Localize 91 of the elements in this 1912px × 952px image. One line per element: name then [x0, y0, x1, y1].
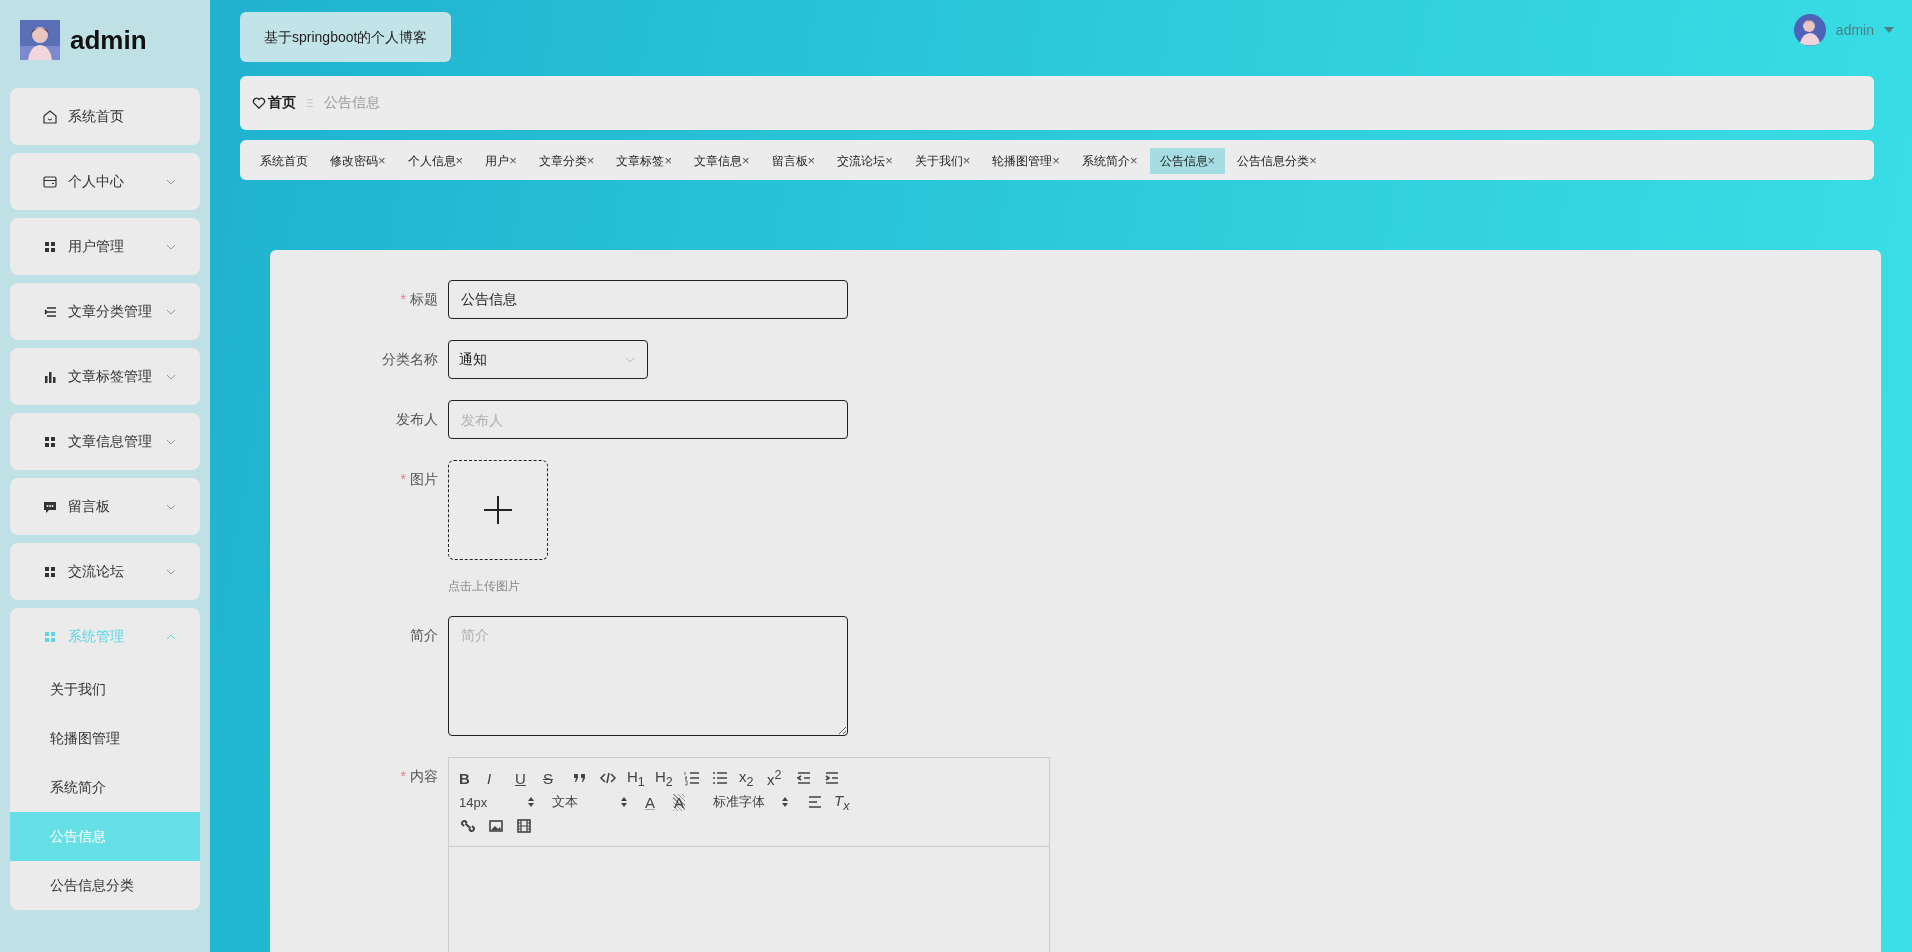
- format-button[interactable]: H$_{1}$: [627, 767, 655, 789]
- field-label: 图片: [410, 471, 438, 487]
- breadcrumb-current: 公告信息: [324, 94, 380, 112]
- format-button[interactable]: I: [487, 769, 515, 787]
- menu-item[interactable]: 用户管理: [10, 218, 200, 275]
- input-field[interactable]: 发布人: [448, 400, 848, 439]
- close-icon[interactable]: ×: [962, 153, 971, 168]
- plus-icon: [484, 496, 512, 524]
- field-label: 标题: [410, 291, 438, 307]
- format-button[interactable]: A: [673, 793, 685, 811]
- close-icon[interactable]: ×: [378, 153, 386, 168]
- tab[interactable]: 用户×: [475, 148, 527, 174]
- close-icon[interactable]: ×: [1129, 153, 1138, 168]
- caret-icon[interactable]: [1884, 27, 1894, 33]
- menu-item[interactable]: 个人中心: [10, 153, 200, 210]
- indent-icon[interactable]: [823, 769, 841, 787]
- video-icon[interactable]: [515, 817, 533, 835]
- toolbar-select[interactable]: 14px: [459, 794, 534, 810]
- tab[interactable]: 轮播图管理×: [982, 148, 1070, 174]
- rich-text-editor[interactable]: B I U S H$_{1}$ H$_{2}$ x$_{2}$ x$^{2}$ 14px 文本 A A 标准字体 T$_{x}$: [448, 757, 1050, 952]
- tab[interactable]: 系统简介×: [1071, 148, 1148, 174]
- heart-icon: [252, 96, 266, 110]
- format-button[interactable]: B: [459, 769, 487, 787]
- required-mark: *: [400, 768, 406, 784]
- tab[interactable]: 交流论坛×: [827, 148, 903, 174]
- upload-hint: 点击上传图片: [448, 578, 521, 595]
- sort-arrows-icon: [528, 797, 534, 807]
- select-field[interactable]: 通知: [448, 340, 648, 379]
- format-button[interactable]: A: [645, 793, 673, 811]
- align-icon[interactable]: [806, 793, 824, 811]
- tab[interactable]: 个人信息×: [397, 148, 474, 174]
- close-icon[interactable]: ×: [586, 153, 595, 168]
- close-icon[interactable]: ×: [509, 153, 517, 168]
- submenu-item[interactable]: 系统简介: [10, 763, 200, 812]
- field-label: 内容: [410, 768, 438, 784]
- bullet-icon[interactable]: [711, 769, 729, 787]
- toolbar-select[interactable]: 标准字体: [713, 793, 788, 811]
- menu-item[interactable]: 留言板: [10, 478, 200, 535]
- submenu-item[interactable]: 关于我们: [10, 665, 200, 714]
- brand-name: admin: [70, 24, 147, 56]
- tab[interactable]: 公告信息×: [1149, 148, 1226, 174]
- menu-item[interactable]: 交流论坛: [10, 543, 200, 600]
- home-icon: [42, 108, 58, 125]
- textarea-field[interactable]: 简介: [448, 616, 848, 736]
- image-icon[interactable]: [487, 817, 505, 835]
- close-icon[interactable]: ×: [1052, 153, 1060, 168]
- site-title: 基于springboot的个人博客: [240, 12, 452, 62]
- field-label: 分类名称: [382, 351, 438, 367]
- submenu-item[interactable]: 公告信息分类: [10, 861, 200, 910]
- format-button[interactable]: U: [515, 769, 543, 787]
- tab[interactable]: 公告信息分类×: [1227, 148, 1327, 174]
- sort-arrows-icon: [621, 797, 627, 807]
- format-button[interactable]: S: [543, 769, 571, 787]
- menu-item[interactable]: 系统首页: [10, 88, 200, 145]
- chevron-icon: [625, 356, 635, 363]
- format-button[interactable]: T$_{x}$: [834, 791, 862, 813]
- tab[interactable]: 留言板×: [761, 148, 826, 174]
- upload-box[interactable]: [448, 460, 548, 560]
- breadcrumb-link[interactable]: 首页: [268, 94, 296, 112]
- tab[interactable]: 文章分类×: [528, 148, 605, 174]
- menu-item[interactable]: 文章分类管理: [10, 283, 200, 340]
- submenu-item[interactable]: 轮播图管理: [10, 714, 200, 763]
- ordered-icon[interactable]: [683, 769, 701, 787]
- close-icon[interactable]: ×: [664, 153, 672, 168]
- format-button[interactable]: H$_{2}$: [655, 767, 683, 789]
- tab[interactable]: 系统首页: [250, 148, 318, 174]
- tab[interactable]: 文章信息×: [683, 148, 760, 174]
- wallet-icon: [42, 173, 58, 190]
- link-icon[interactable]: [459, 817, 477, 835]
- separator-icon: [306, 98, 314, 108]
- format-button[interactable]: x$^{2}$: [767, 768, 795, 788]
- required-mark: *: [400, 471, 406, 487]
- toolbar-select[interactable]: 文本: [552, 793, 627, 811]
- outdent-icon[interactable]: [795, 769, 813, 787]
- menu-item[interactable]: 文章信息管理: [10, 413, 200, 470]
- close-icon[interactable]: ×: [455, 153, 464, 168]
- input-field[interactable]: 公告信息: [448, 280, 848, 319]
- close-icon[interactable]: ×: [885, 153, 893, 168]
- close-icon[interactable]: ×: [807, 153, 816, 168]
- tab[interactable]: 关于我们×: [904, 148, 981, 174]
- field-label: 发布人: [396, 411, 438, 427]
- close-icon[interactable]: ×: [741, 153, 750, 168]
- menu-item[interactable]: 文章标签管理: [10, 348, 200, 405]
- sort-arrows-icon: [782, 797, 788, 807]
- close-icon[interactable]: ×: [1309, 153, 1317, 168]
- field-label: 简介: [410, 627, 438, 643]
- required-mark: *: [400, 291, 406, 307]
- tab[interactable]: 修改密码×: [320, 148, 396, 174]
- close-icon[interactable]: ×: [1207, 153, 1216, 168]
- format-button[interactable]: x$_{2}$: [739, 767, 767, 789]
- tab[interactable]: 文章标签×: [606, 148, 682, 174]
